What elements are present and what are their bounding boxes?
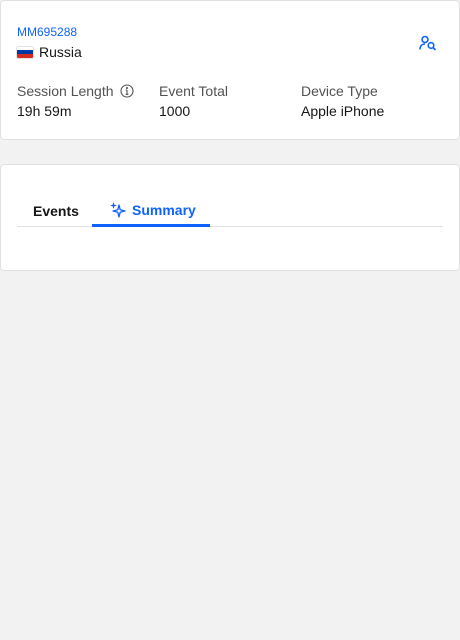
session-id-link[interactable]: MM695288 <box>17 25 77 39</box>
stat-device-type: Device Type Apple iPhone <box>301 82 384 119</box>
stat-event-total: Event Total 1000 <box>159 82 228 119</box>
info-icon[interactable] <box>119 84 134 98</box>
event-total-label: Event Total <box>159 83 229 99</box>
device-type-label: Device Type <box>301 83 378 99</box>
user-search-icon <box>419 35 437 51</box>
session-length-value: 19h 59m <box>17 103 72 119</box>
session-length-label: Session Length <box>17 83 114 99</box>
stat-label: Session Length <box>17 82 134 100</box>
session-details-card: MM695288 Russia Session Length 19h 59m E… <box>0 0 460 140</box>
session-country: Russia <box>17 44 82 60</box>
event-total-value: 1000 <box>159 103 191 119</box>
tabs-card: Events Summary <box>0 164 460 271</box>
tab-events[interactable]: Events <box>17 195 92 226</box>
user-search-button[interactable] <box>417 32 439 54</box>
device-type-value: Apple iPhone <box>301 103 385 119</box>
tab-summary-label: Summary <box>132 201 196 218</box>
russia-flag-icon <box>17 46 33 58</box>
tab-list: Events Summary <box>17 195 443 227</box>
stat-session-length: Session Length 19h 59m <box>17 82 134 119</box>
country-name: Russia <box>39 44 82 60</box>
ai-sparkle-icon <box>110 202 126 218</box>
tab-events-label: Events <box>33 202 79 219</box>
tab-summary[interactable]: Summary <box>92 195 210 227</box>
